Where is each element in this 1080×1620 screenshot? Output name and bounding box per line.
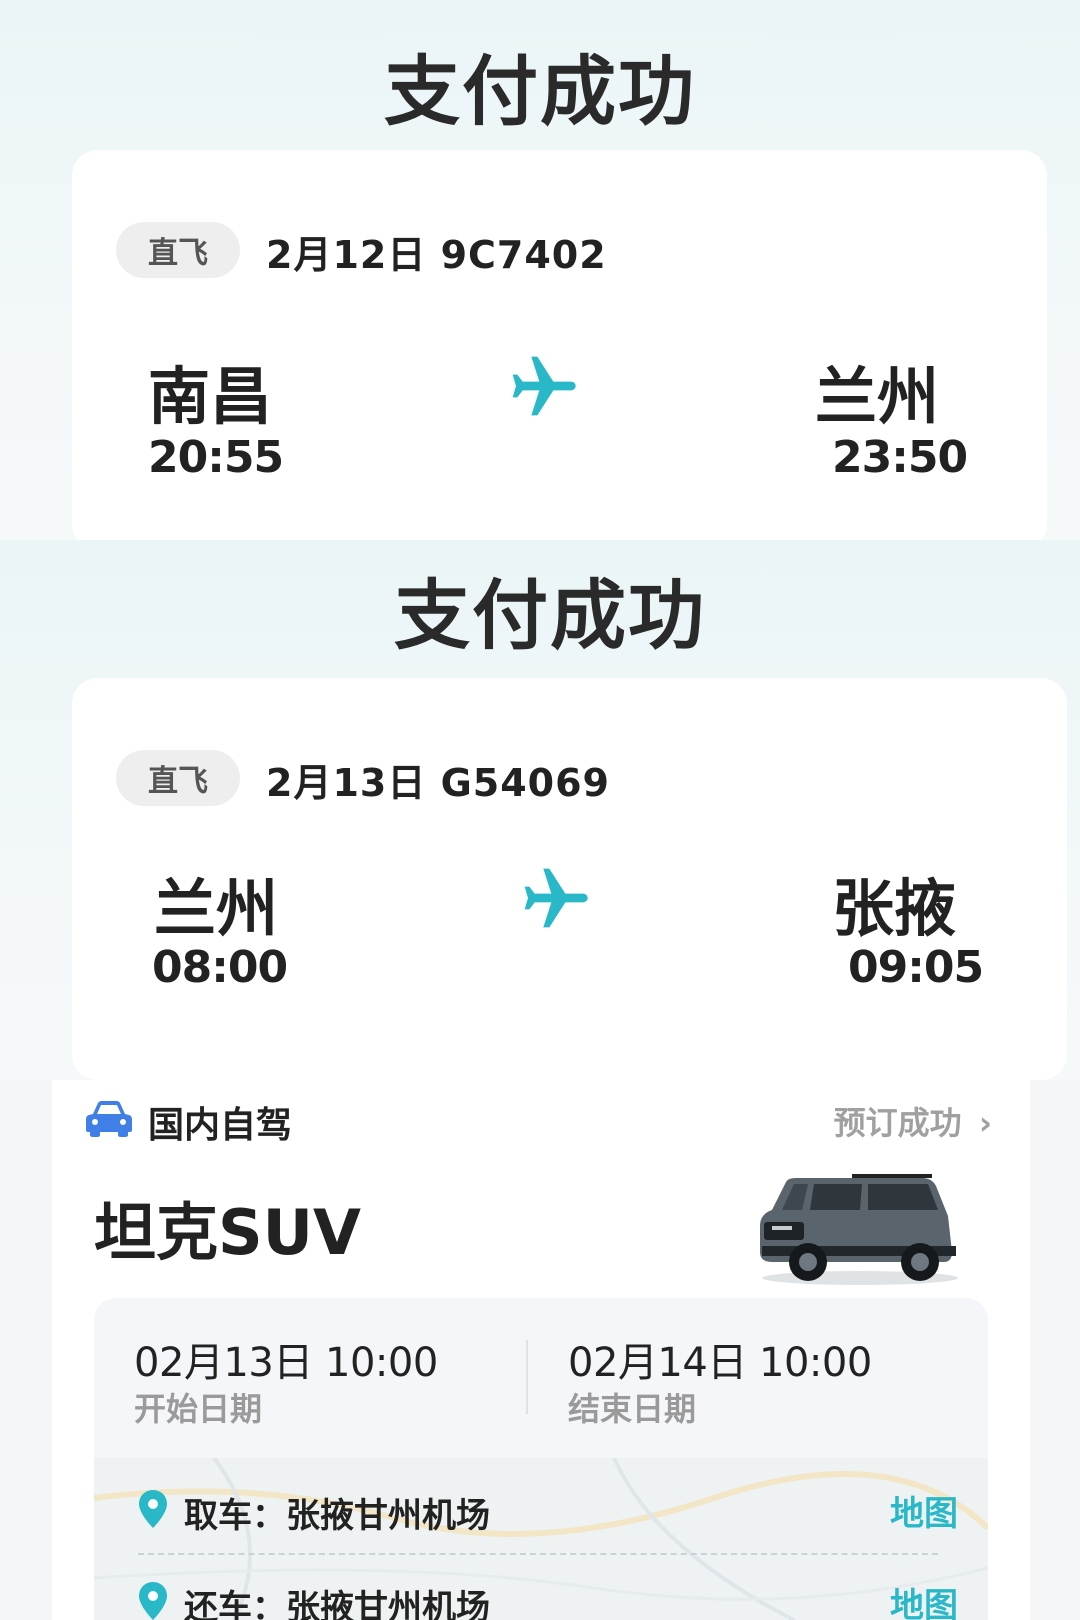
airplane-icon xyxy=(524,868,588,928)
booking-status: 预订成功 xyxy=(833,1104,962,1142)
chevron-right-icon: › xyxy=(978,1104,992,1142)
flight-panel-2: 支付成功 直飞 2月13日 G54069 兰州 08:00 张掖 09:05 xyxy=(0,540,1080,1080)
departure-city: 兰州 xyxy=(154,872,279,945)
car-model-name: 坦克SUV xyxy=(94,1196,361,1269)
end-date-label: 结束日期 xyxy=(568,1390,697,1428)
direct-flight-tag: 直飞 xyxy=(116,222,240,278)
date-divider xyxy=(526,1340,528,1414)
map-background: 取车：张掖甘州机场 地图 还车：张掖甘州机场 地图 xyxy=(94,1458,988,1620)
flight-info: 2月13日 G54069 xyxy=(266,752,610,807)
flight-number: 9C7402 xyxy=(440,233,607,277)
dashed-divider xyxy=(138,1553,938,1555)
payment-success-title: 支付成功 xyxy=(394,571,706,660)
flight-date: 2月13日 xyxy=(266,761,427,805)
return-location-row: 还车：张掖甘州机场 地图 xyxy=(138,1578,958,1620)
arrival-time: 09:05 xyxy=(848,942,984,993)
car-rental-card[interactable]: 国内自驾 预订成功 › 坦克SUV 02月13日 10:00 开始日期 02月1… xyxy=(52,1080,1030,1620)
return-location: 还车：张掖甘州机场 xyxy=(184,1588,490,1620)
booking-status-link[interactable]: 预订成功 › xyxy=(834,1098,992,1144)
pickup-location-row: 取车：张掖甘州机场 地图 xyxy=(138,1486,958,1536)
departure-city: 南昌 xyxy=(148,360,273,433)
pickup-map-link[interactable]: 地图 xyxy=(890,1486,958,1535)
car-rental-section: 国内自驾 预订成功 › 坦克SUV 02月13日 10:00 开始日期 02月1… xyxy=(0,1080,1080,1620)
car-icon xyxy=(86,1101,132,1137)
arrival-city: 兰州 xyxy=(815,360,940,433)
pickup-location: 取车：张掖甘州机场 xyxy=(184,1496,490,1536)
airplane-icon xyxy=(512,356,576,416)
location-pin-icon xyxy=(139,1582,167,1620)
flight-card[interactable]: 直飞 2月12日 9C7402 南昌 20:55 兰州 23:50 xyxy=(72,150,1047,550)
flight-info: 2月12日 9C7402 xyxy=(266,224,607,279)
flight-date: 2月12日 xyxy=(266,233,427,277)
flight-card[interactable]: 直飞 2月13日 G54069 兰州 08:00 张掖 09:05 xyxy=(72,678,1067,1080)
flight-panel-1: 支付成功 直飞 2月12日 9C7402 南昌 20:55 兰州 23:50 xyxy=(0,0,1080,550)
return-map-link[interactable]: 地图 xyxy=(890,1578,958,1620)
departure-time: 08:00 xyxy=(152,942,288,993)
departure-time: 20:55 xyxy=(148,432,284,483)
start-datetime: 02月13日 10:00 xyxy=(134,1340,438,1386)
section-title: 国内自驾 xyxy=(148,1105,293,1146)
direct-flight-tag: 直飞 xyxy=(116,750,240,806)
rental-dates: 02月13日 10:00 开始日期 02月14日 10:00 结束日期 xyxy=(94,1298,988,1458)
payment-success-title: 支付成功 xyxy=(384,47,696,136)
flight-number: G54069 xyxy=(440,761,610,805)
suv-car-image xyxy=(760,1174,958,1285)
arrival-city: 张掖 xyxy=(832,872,957,945)
end-datetime: 02月14日 10:00 xyxy=(568,1340,872,1386)
start-date-label: 开始日期 xyxy=(134,1390,263,1428)
location-pin-icon xyxy=(139,1490,167,1528)
arrival-time: 23:50 xyxy=(832,432,968,483)
